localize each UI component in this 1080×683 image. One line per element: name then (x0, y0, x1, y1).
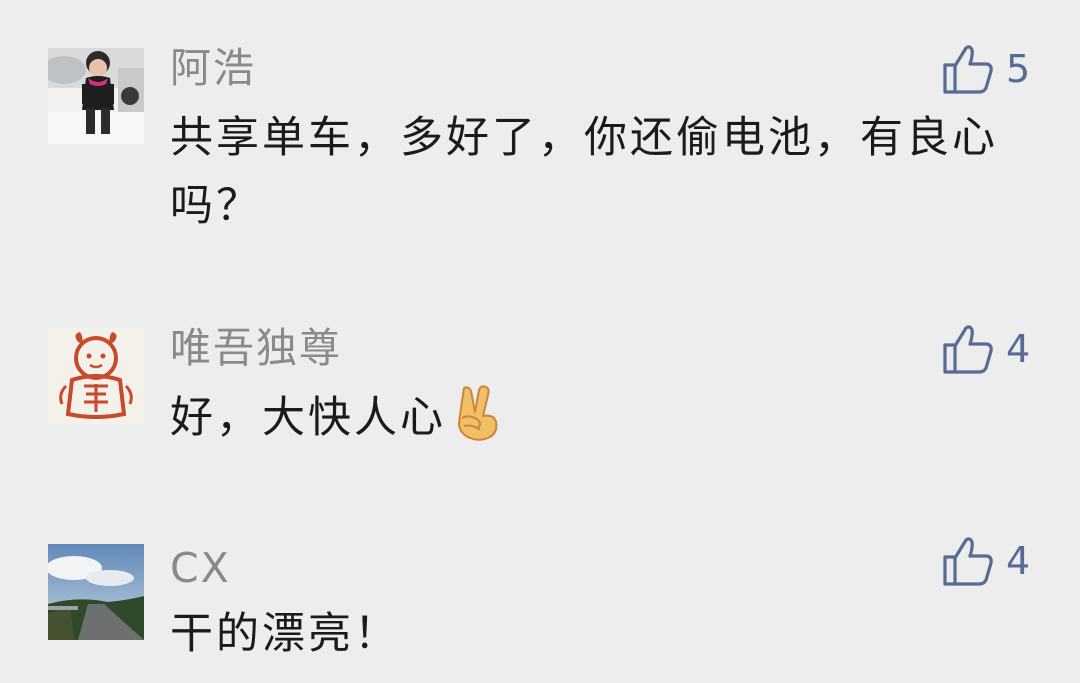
like-button[interactable]: 5 (942, 43, 1030, 95)
like-count: 5 (1006, 47, 1031, 91)
thumbs-up-icon (943, 45, 993, 94)
avatar[interactable] (48, 48, 144, 144)
comment-text-body: 好，大快人心 (170, 393, 446, 443)
papercut-doll-avatar (48, 328, 144, 424)
like-count: 4 (1006, 539, 1031, 583)
thumbs-up-icon (943, 325, 993, 374)
comment-text: 干的漂亮！ (170, 609, 400, 659)
comment-text: 共享单车，多好了，你还偷电池，有良心吗？ (170, 113, 998, 231)
road-landscape-avatar (48, 544, 144, 640)
like-button[interactable]: 4 (942, 535, 1030, 587)
avatar[interactable] (48, 328, 144, 424)
avatar[interactable] (48, 544, 144, 640)
comment-nickname[interactable]: CX (170, 544, 231, 592)
comment-nickname[interactable]: 阿浩 (170, 44, 256, 92)
like-button[interactable]: 4 (942, 323, 1030, 375)
child-photo-avatar (48, 48, 144, 144)
comment-nickname[interactable]: 唯吾独尊 (170, 324, 342, 372)
victory-hand-emoji-icon (450, 384, 504, 442)
like-count: 4 (1006, 327, 1031, 371)
thumbs-up-icon (943, 537, 993, 586)
comment-text: 好，大快人心 (170, 384, 1030, 452)
